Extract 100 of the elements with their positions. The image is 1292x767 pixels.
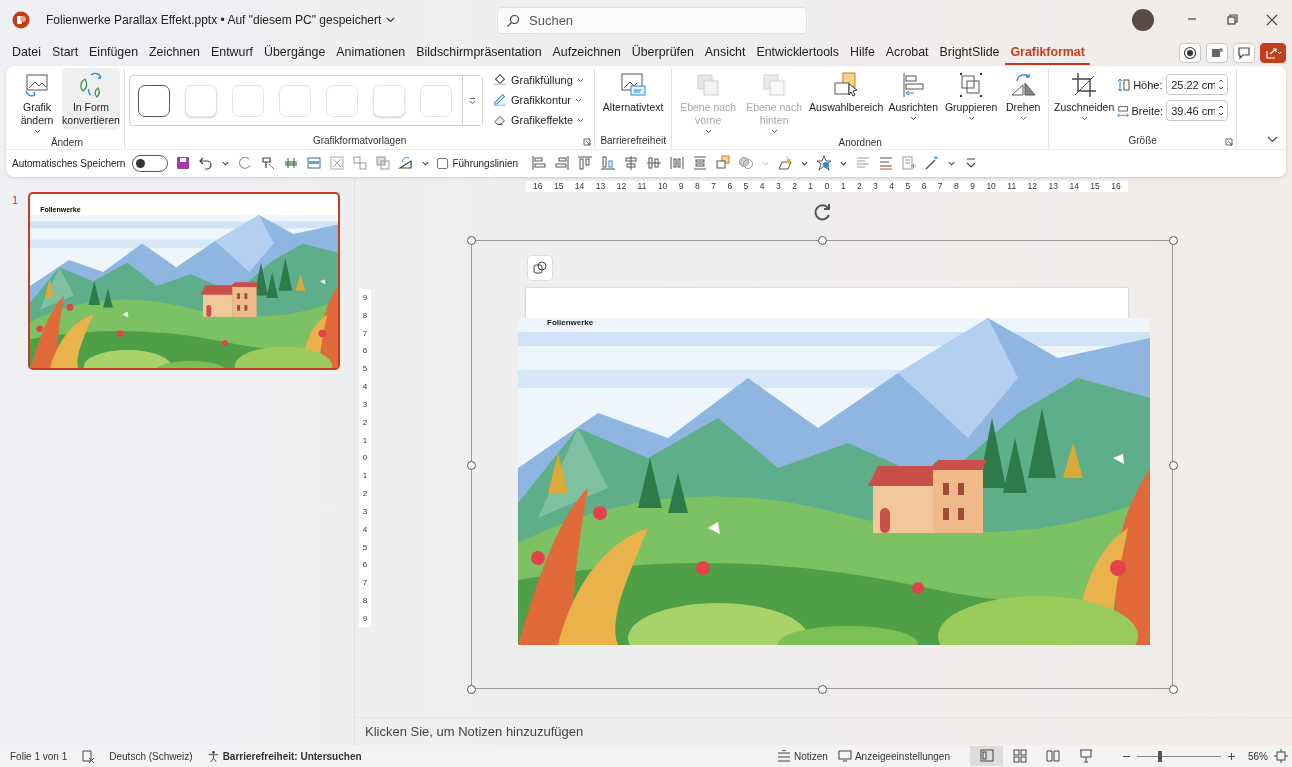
share-button[interactable] [1260, 43, 1286, 63]
resize-handle[interactable] [1169, 685, 1178, 694]
menu-tab[interactable]: Datei [7, 41, 46, 65]
resize-handle[interactable] [1169, 236, 1178, 245]
menu-tab[interactable]: Zeichnen [144, 41, 205, 65]
star-shape-icon[interactable] [777, 155, 793, 171]
book-icon [1044, 748, 1061, 764]
document-title[interactable]: Folienwerke Parallax Effekt.pptx • Auf "diesem PC" gespeichert [46, 13, 396, 27]
ruler-number: 16 [533, 182, 543, 191]
alt-text-button[interactable]: Alternativtext [599, 68, 668, 117]
menu-tab[interactable]: Animationen [331, 41, 411, 65]
distribute-icon[interactable] [669, 155, 685, 171]
magic-wand-icon[interactable] [924, 155, 940, 171]
rotate-button[interactable]: Drehen [1002, 68, 1045, 124]
menu-tab[interactable]: BrightSlide [934, 41, 1005, 65]
merge-shapes-icon[interactable] [738, 155, 754, 171]
autosave-toggle[interactable] [132, 154, 169, 172]
menu-tab[interactable]: Überprüfen [626, 41, 699, 65]
fit-to-window-icon[interactable] [1274, 749, 1288, 763]
picture-style-option[interactable] [138, 84, 170, 117]
ruler-number: 13 [1048, 182, 1058, 191]
resize-handle[interactable] [467, 236, 476, 245]
picture-fill-button[interactable]: Grafikfüllung [493, 71, 585, 89]
align-top-icon[interactable] [577, 155, 593, 171]
height-label: Höhe: [1133, 78, 1163, 91]
share-icon [1264, 46, 1282, 60]
resize-handle[interactable] [1169, 460, 1178, 470]
ruler-icon[interactable] [283, 155, 300, 171]
selection-pane-icon[interactable] [715, 155, 731, 171]
guides-checkbox[interactable] [437, 157, 449, 169]
plus-icon[interactable] [1227, 751, 1236, 761]
slide-counter: Folie 1 von 1 [10, 750, 68, 762]
ruler-number: 7 [362, 328, 368, 338]
change-picture-button[interactable]: Grafik ändern [14, 68, 60, 137]
align-center-icon[interactable] [646, 155, 662, 171]
ruler-number: 10 [986, 182, 996, 191]
ruler-number: 11 [637, 182, 647, 191]
align-button[interactable]: Ausrichten [886, 68, 941, 124]
record-button[interactable] [1179, 43, 1201, 63]
accessibility-button[interactable]: Barrierefreiheit: Untersuchen [206, 749, 362, 763]
convert-to-shape-button[interactable]: In Form konvertieren [62, 68, 120, 130]
display-settings-button[interactable]: Anzeigeeinstellungen [837, 750, 950, 762]
frame-icon[interactable] [306, 155, 323, 171]
teams-button[interactable] [1206, 43, 1228, 63]
search-field[interactable]: Suchen [497, 6, 807, 34]
menu-tab[interactable]: Aufzeichnen [547, 41, 626, 65]
text-lines-icon[interactable] [878, 155, 894, 171]
distribute-vertical-icon[interactable] [692, 155, 708, 171]
group-button[interactable]: Gruppieren [942, 68, 1001, 124]
menu-tab[interactable]: Entwurf [206, 41, 259, 65]
zoom-level[interactable]: 56% [1242, 750, 1268, 762]
picture-border-button[interactable]: Grafikkontur [493, 91, 585, 109]
menu-tab[interactable]: Ansicht [699, 41, 751, 65]
quick-action-button[interactable] [527, 255, 553, 281]
align-right-icon[interactable] [554, 155, 570, 171]
format-painter-icon[interactable] [260, 155, 277, 171]
spinner-icon[interactable] [1218, 78, 1225, 91]
ruler-number: 6 [362, 560, 368, 570]
notes-button[interactable]: Notizen [777, 750, 828, 762]
resize-handle[interactable] [467, 685, 476, 694]
align-bottom-icon[interactable] [600, 155, 616, 171]
resize-handle[interactable] [818, 685, 827, 694]
height-field[interactable]: 25.22 cm [1166, 74, 1229, 95]
ruler-number: 0 [362, 453, 368, 463]
restore-icon[interactable] [1224, 12, 1240, 28]
menu-tab[interactable]: Bildschirmpräsentation [411, 41, 547, 65]
notes-field[interactable]: Klicken Sie, um Notizen hinzuzufügen [365, 721, 1282, 742]
dialog-launcher-icon[interactable] [583, 138, 592, 146]
menu-tab[interactable]: Start [46, 41, 84, 65]
menu-tab[interactable]: Acrobat [880, 41, 934, 65]
language-label[interactable]: Deutsch (Schweiz) [109, 750, 193, 762]
undo-icon[interactable] [198, 155, 215, 171]
align-left-icon[interactable] [531, 155, 547, 171]
dialog-launcher-icon[interactable] [1225, 138, 1234, 146]
overlap-icon[interactable] [375, 155, 392, 171]
view-button[interactable] [970, 746, 1003, 766]
spinner-icon[interactable] [1218, 104, 1225, 117]
caret-icon [577, 117, 585, 123]
resize-handle[interactable] [818, 236, 827, 245]
picture-effects-button[interactable]: Grafikeffekte [493, 111, 585, 129]
menu-tab[interactable]: Einfügen [84, 41, 144, 65]
star-icon[interactable] [816, 155, 832, 171]
comment-button[interactable] [1233, 43, 1255, 63]
rotate-shape-icon[interactable] [398, 155, 415, 171]
collapse-ribbon-icon[interactable] [1267, 136, 1278, 143]
menu-tab[interactable]: Entwicklertools [751, 41, 845, 65]
caret-icon [574, 97, 582, 103]
selection-pane-button[interactable]: Auswahlbereich [808, 68, 885, 117]
menu-tab[interactable]: Hilfe [845, 41, 880, 65]
width-field[interactable]: 39.46 cm [1166, 100, 1229, 121]
rotate-handle-icon[interactable] [813, 202, 833, 222]
crop-button[interactable]: Zuschneiden [1053, 68, 1116, 124]
close-icon[interactable] [1264, 12, 1280, 28]
avatar[interactable] [1132, 9, 1154, 31]
save-icon[interactable] [175, 155, 192, 171]
menu-tab[interactable]: Grafikformat [1005, 41, 1090, 65]
delete-box-icon[interactable] [329, 155, 346, 171]
align-middle-icon[interactable] [623, 155, 639, 171]
resize-handle[interactable] [467, 460, 476, 470]
menu-tab[interactable]: Übergänge [259, 41, 331, 65]
